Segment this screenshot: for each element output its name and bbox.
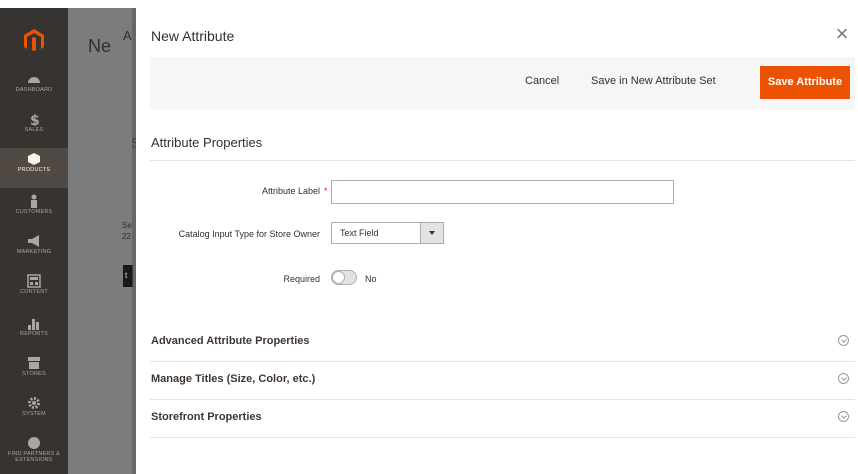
dashboard-icon bbox=[28, 77, 40, 83]
close-button[interactable]: × bbox=[832, 22, 852, 46]
sidebar-item-label: Sales bbox=[24, 127, 44, 133]
select-arrow-box bbox=[420, 223, 443, 243]
storefront-properties-section[interactable]: Storefront Properties bbox=[150, 399, 855, 438]
partners-icon bbox=[28, 437, 40, 449]
advanced-attribute-properties-section[interactable]: Advanced Attribute Properties bbox=[150, 323, 855, 362]
sidebar-item-customers[interactable]: Customers bbox=[0, 190, 68, 230]
sidebar-item-sales[interactable]: $ Sales bbox=[0, 108, 68, 148]
bar-chart-icon bbox=[28, 319, 39, 330]
manage-titles-section[interactable]: Manage Titles (Size, Color, etc.) bbox=[150, 361, 855, 400]
sidebar-item-system[interactable]: System bbox=[0, 392, 68, 432]
store-icon bbox=[28, 357, 40, 369]
catalog-input-type-label: Catalog Input Type for Store Owner bbox=[178, 229, 320, 239]
chevron-down-icon bbox=[838, 411, 849, 422]
save-in-new-attribute-set-button[interactable]: Save in New Attribute Set bbox=[591, 75, 716, 87]
sidebar-item-reports[interactable]: Reports bbox=[0, 312, 68, 352]
section-divider bbox=[150, 160, 855, 161]
dollar-icon: $ bbox=[30, 113, 40, 126]
attribute-label-input[interactable] bbox=[331, 180, 674, 204]
required-marker: * bbox=[324, 186, 328, 196]
save-attribute-button[interactable]: Save Attribute bbox=[760, 66, 850, 99]
sidebar-item-label: Reports bbox=[20, 331, 48, 337]
modal-title: New Attribute bbox=[151, 28, 235, 44]
cube-icon bbox=[28, 153, 40, 165]
new-attribute-modal: New Attribute × Cancel Save in New Attri… bbox=[136, 8, 858, 474]
sidebar-item-label: Content bbox=[20, 289, 48, 295]
sidebar-item-dashboard[interactable]: Dashboard bbox=[0, 68, 68, 108]
required-toggle[interactable] bbox=[331, 270, 357, 285]
sidebar-item-label: Dashboard bbox=[15, 87, 53, 93]
select-value: Text Field bbox=[340, 228, 379, 238]
sidebar-item-label: Find Partners & Extensions bbox=[8, 451, 60, 463]
chevron-down-icon bbox=[429, 231, 435, 235]
sidebar-item-label: Stores bbox=[22, 371, 46, 377]
background-small-text: Se 22 bbox=[122, 220, 132, 242]
chevron-down-icon bbox=[838, 373, 849, 384]
sidebar-item-content[interactable]: Content bbox=[0, 270, 68, 310]
person-icon bbox=[31, 194, 37, 208]
background-small-text-line: 22 bbox=[122, 232, 131, 241]
close-icon: × bbox=[835, 21, 849, 46]
sidebar-item-partners[interactable]: Find Partners & Extensions bbox=[0, 432, 68, 472]
collapsible-title: Storefront Properties bbox=[151, 411, 262, 423]
modal-toolbar: Cancel Save in New Attribute Set Save At… bbox=[150, 57, 855, 109]
toggle-knob bbox=[332, 271, 345, 284]
chevron-down-icon bbox=[838, 335, 849, 346]
attribute-label-label: Attribute Label bbox=[261, 186, 320, 196]
megaphone-icon bbox=[28, 235, 39, 247]
collapsible-title: Manage Titles (Size, Color, etc.) bbox=[151, 373, 316, 385]
svg-text:$: $ bbox=[30, 113, 40, 126]
background-button-label: t bbox=[125, 271, 128, 280]
magento-logo-icon[interactable] bbox=[22, 28, 46, 52]
gear-icon bbox=[28, 397, 40, 409]
section-title: Attribute Properties bbox=[151, 135, 263, 150]
catalog-input-type-select[interactable]: Text Field bbox=[331, 222, 444, 244]
cancel-button[interactable]: Cancel bbox=[525, 75, 559, 87]
sidebar-item-label: Products bbox=[17, 167, 51, 173]
background-page-heading: A bbox=[123, 28, 132, 43]
sidebar-item-label: System bbox=[22, 411, 46, 417]
sidebar-item-marketing[interactable]: Marketing bbox=[0, 230, 68, 270]
required-toggle-value: No bbox=[365, 274, 377, 284]
background-small-text-line: Se bbox=[122, 221, 132, 230]
sidebar-item-label: Marketing bbox=[16, 249, 52, 255]
sidebar-item-products[interactable]: Products bbox=[0, 148, 68, 188]
admin-sidebar: Dashboard $ Sales Products Customers Mar… bbox=[0, 8, 68, 474]
required-label: Required bbox=[283, 274, 320, 284]
background-page-title: Ne bbox=[88, 36, 112, 56]
layout-icon bbox=[27, 274, 41, 288]
sidebar-item-label: Customers bbox=[15, 209, 53, 215]
collapsible-title: Advanced Attribute Properties bbox=[151, 335, 310, 347]
top-strip bbox=[0, 0, 858, 8]
sidebar-item-stores[interactable]: Stores bbox=[0, 352, 68, 392]
